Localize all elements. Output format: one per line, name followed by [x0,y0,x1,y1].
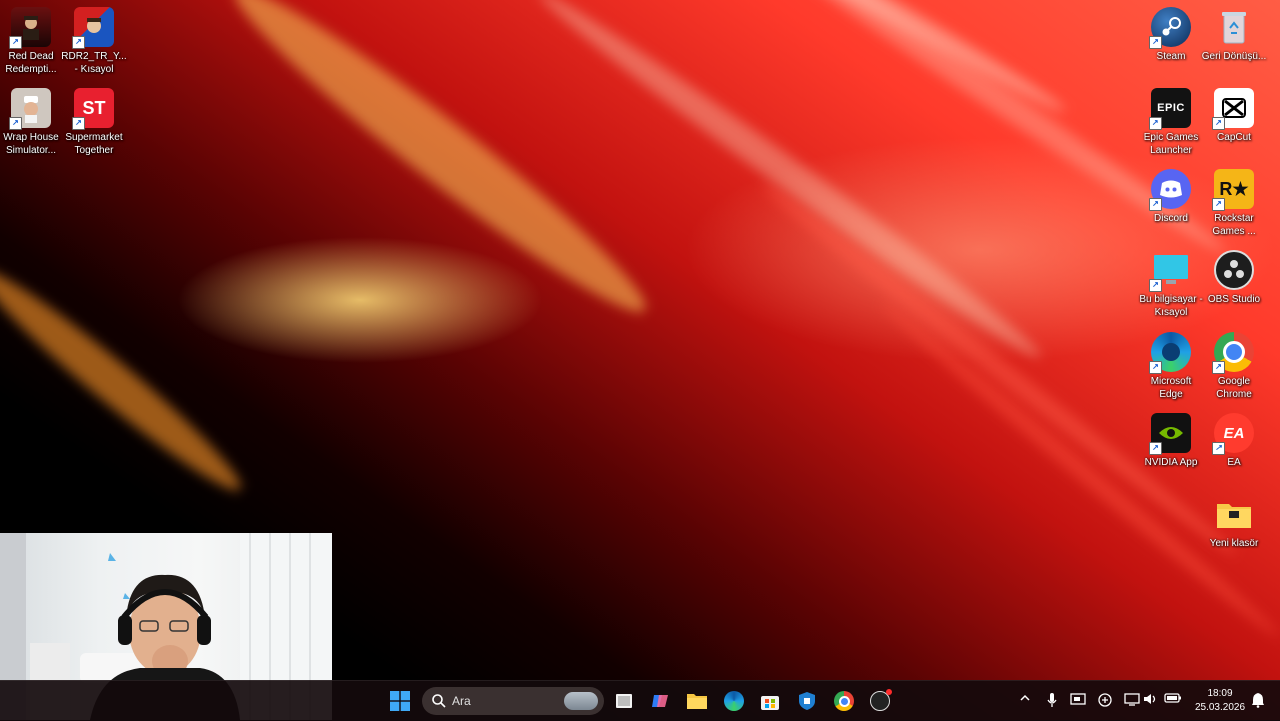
desktop-icon-label: NVIDIA App [1144,457,1198,468]
chevron-up-icon[interactable] [1017,692,1033,708]
windows-start-icon[interactable] [388,689,412,713]
chrome-icon[interactable] [832,689,856,713]
search-icon [432,694,446,708]
desktop-icon-ea[interactable]: EA ↗ EA [1201,408,1267,469]
desktop-icon-this-pc[interactable]: ↗ Bu bilgisayar - Kısayol [1138,245,1204,319]
obs-studio-icon [1214,250,1254,290]
taskbar: Ara 18:09 25.03.2026 [0,680,1280,721]
desktop-icon-label: Rockstar Games ... [1212,213,1256,237]
file-explorer-icon[interactable] [685,689,709,713]
capcut-icon: ↗ [1212,88,1254,130]
volume-icon[interactable] [1143,692,1159,708]
desktop-icon-steam[interactable]: ↗ Steam [1138,2,1204,63]
desktop-icon-rdr2-tr-shortcut[interactable]: ↗ RDR2_TR_Y... - Kısayol [61,2,127,76]
desktop-icon-label: Epic Games Launcher [1143,132,1199,156]
chrome-icon: ↗ [1212,332,1254,374]
rdr2-tr-shortcut-icon: ↗ [72,7,114,49]
desktop-icon-google-chrome[interactable]: ↗ Google Chrome [1201,327,1267,401]
desktop-icon-label: Red Dead Redempti... [5,51,57,75]
desktop-icon-obs-studio[interactable]: OBS Studio [1201,245,1267,306]
desktop-icon-label: OBS Studio [1207,294,1261,305]
desktop-icon-nvidia-app[interactable]: ↗ NVIDIA App [1138,408,1204,469]
recycle-bin-icon [1214,7,1254,47]
microphone-icon[interactable] [1044,692,1060,708]
desktop-icon-recycle-bin[interactable]: Geri Dönüşü... [1201,2,1267,63]
desktop-icon-label: Geri Dönüşü... [1201,51,1267,62]
red-dead-redemption-icon: ↗ [9,7,51,49]
clock-time: 18:09 [1207,688,1233,699]
folder-icon [1214,494,1254,534]
obs-studio-icon[interactable] [868,689,892,713]
epic-games-glyph: EPIC [1157,102,1185,114]
shield-app-icon[interactable] [795,689,819,713]
desktop-icon-label: Google Chrome [1216,376,1252,400]
taskbar-clock[interactable]: 18:09 25.03.2026 [1192,687,1248,715]
desktop-icon-new-folder[interactable]: Yeni klasör [1201,489,1267,550]
epic-games-icon: EPIC ↗ [1149,88,1191,130]
task-view-icon[interactable] [612,689,636,713]
nvidia-icon: ↗ [1149,413,1191,455]
ea-icon: EA ↗ [1212,413,1254,455]
window-icon[interactable] [1070,692,1086,708]
desktop-icon-supermarket-together[interactable]: ST ↗ Supermarket Together [61,83,127,157]
wrap-house-simulator-icon: ↗ [9,88,51,130]
network-icon[interactable] [1097,692,1113,708]
desktop-icon-label: Steam [1156,51,1186,62]
microsoft-store-icon[interactable] [758,689,782,713]
supermarket-together-icon: ST ↗ [72,88,114,130]
desktop-icon-microsoft-edge[interactable]: ↗ Microsoft Edge [1138,327,1204,401]
edge-icon[interactable] [722,689,746,713]
desktop-icon-label: Microsoft Edge [1150,376,1192,400]
desktop-icon-label: EA [1227,457,1241,468]
desktop-icon-label: CapCut [1217,132,1251,143]
clock-date: 25.03.2026 [1194,702,1246,713]
desktop-icon-wrap-house-simulator[interactable]: ↗ Wrap House Simulator... [0,83,64,157]
rockstar-games-glyph: R★ [1219,178,1249,199]
this-pc-icon: ↗ [1149,250,1191,292]
search-placeholder: Ara [452,694,471,708]
desktop-icon-label: Supermarket Together [65,132,123,156]
ea-glyph: EA [1223,424,1245,442]
copilot-icon[interactable] [648,689,672,713]
notification-bell-icon[interactable] [1250,692,1266,708]
desktop-icon-rockstar-games[interactable]: R★ ↗ Rockstar Games ... [1201,164,1267,238]
desktop-icon-label: Yeni klasör [1209,538,1259,549]
edge-icon: ↗ [1149,332,1191,374]
rockstar-games-icon: R★ ↗ [1212,169,1254,211]
desktop-icon-capcut[interactable]: ↗ CapCut [1201,83,1267,144]
desktop-icon-epic-games[interactable]: EPIC ↗ Epic Games Launcher [1138,83,1204,157]
supermarket-together-glyph: ST [82,97,106,118]
desktop-icon-label: Discord [1154,213,1188,224]
desktop-icon-red-dead-redemption[interactable]: ↗ Red Dead Redempti... [0,2,64,76]
desktop-icon-label: Bu bilgisayar - Kısayol [1139,294,1203,318]
display-icon[interactable] [1124,692,1140,708]
recording-indicator [886,689,892,695]
battery-icon[interactable] [1164,692,1181,708]
steam-icon: ↗ [1149,7,1191,49]
desktop-icon-label: Wrap House Simulator... [3,132,59,156]
desktop-icon-discord[interactable]: ↗ Discord [1138,164,1204,225]
search-highlight-image [564,692,598,710]
taskbar-search-box[interactable]: Ara [422,687,604,715]
discord-icon: ↗ [1149,169,1191,211]
desktop-icon-label: RDR2_TR_Y... - Kısayol [61,51,127,75]
